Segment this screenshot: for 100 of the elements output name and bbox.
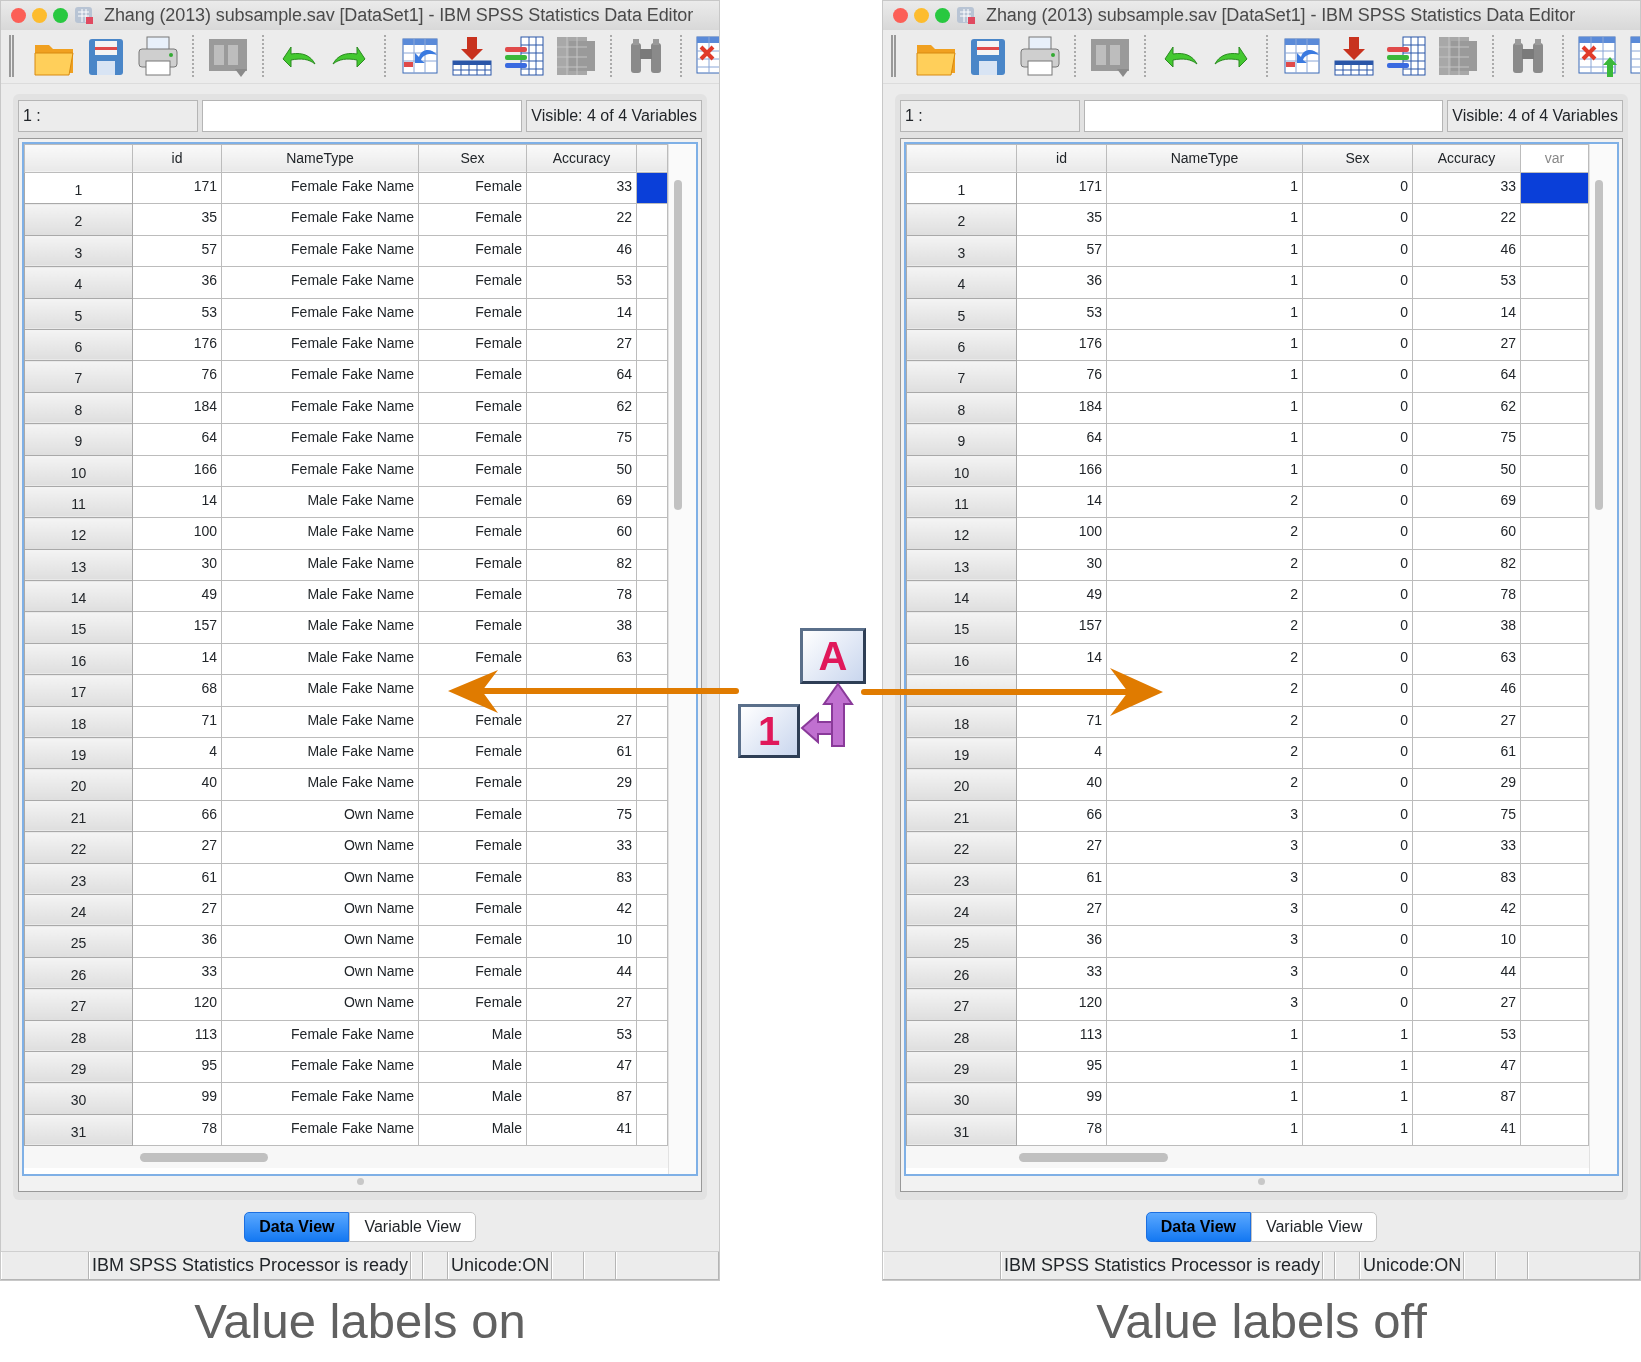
row-number[interactable]: 24 [906, 894, 1017, 926]
row-number[interactable]: 17 [24, 674, 133, 707]
table-cell: 1 [1302, 1020, 1413, 1052]
table-cell: Female Fake Name [221, 235, 419, 267]
row-number[interactable]: 14 [24, 580, 133, 612]
table-cell: 100 [132, 517, 222, 550]
row-number[interactable]: 5 [906, 298, 1017, 330]
row-number[interactable]: 21 [906, 800, 1017, 832]
table-cell: 42 [1412, 894, 1521, 926]
row-number[interactable]: 7 [24, 360, 133, 393]
row-number[interactable]: 15 [24, 611, 133, 644]
column-header[interactable]: Accuracy [1412, 144, 1521, 173]
table-cell: 1 [1106, 1051, 1303, 1083]
row-number[interactable]: 11 [906, 486, 1017, 518]
table-cell: 22 [526, 203, 637, 236]
row-number[interactable]: 21 [24, 800, 133, 832]
row-number[interactable]: 6 [906, 329, 1017, 361]
table-cell: Male Fake Name [221, 768, 419, 801]
row-number[interactable]: 2 [906, 203, 1017, 236]
row-number[interactable]: 30 [24, 1082, 133, 1115]
table-cell: Female [418, 863, 527, 895]
row-number[interactable]: 9 [24, 423, 133, 455]
table-cell: 36 [1016, 925, 1107, 958]
row-number[interactable]: 18 [906, 706, 1017, 738]
row-number[interactable]: 9 [906, 423, 1017, 455]
row-number[interactable]: 7 [906, 360, 1017, 393]
column-header[interactable]: Sex [1302, 144, 1413, 173]
row-number[interactable]: 18 [24, 706, 133, 738]
status-text: Unicode:ON [448, 1252, 553, 1279]
row-number[interactable]: 26 [906, 957, 1017, 989]
table-cell: Female [418, 957, 527, 989]
row-number[interactable]: 13 [24, 549, 133, 581]
row-number[interactable]: 10 [906, 455, 1017, 487]
row-number[interactable]: 25 [24, 925, 133, 958]
row-number[interactable]: 20 [906, 768, 1017, 801]
table-cell: Female Fake Name [221, 266, 419, 299]
table-cell: Male [418, 1020, 527, 1052]
table-cell: 3 [1106, 957, 1303, 989]
view-tab[interactable]: Data View [244, 1212, 350, 1242]
row-number[interactable]: 4 [906, 266, 1017, 299]
row-number[interactable]: 31 [906, 1114, 1017, 1146]
column-header[interactable]: Accuracy [526, 144, 637, 173]
table-cell: Male [418, 1082, 527, 1115]
row-number[interactable]: 27 [24, 988, 133, 1021]
row-number[interactable]: 12 [906, 517, 1017, 550]
row-number[interactable]: 14 [906, 580, 1017, 612]
row-number[interactable]: 11 [24, 486, 133, 518]
row-number[interactable]: 23 [906, 863, 1017, 895]
row-number[interactable]: 28 [906, 1020, 1017, 1052]
table-cell: 27 [526, 706, 637, 738]
row-number[interactable]: 20 [24, 768, 133, 801]
row-number[interactable]: 3 [906, 235, 1017, 267]
row-number[interactable]: 29 [24, 1051, 133, 1083]
row-number[interactable]: 16 [906, 643, 1017, 675]
row-number[interactable]: 5 [24, 298, 133, 330]
row-number[interactable]: 1 [24, 172, 133, 204]
row-number[interactable]: 10 [24, 455, 133, 487]
table-cell: Male Fake Name [221, 580, 419, 612]
table-cell: 82 [1412, 549, 1521, 581]
row-number[interactable]: 27 [906, 988, 1017, 1021]
row-number[interactable]: 13 [906, 549, 1017, 581]
column-header[interactable]: var [1520, 144, 1589, 173]
column-header[interactable]: id [1016, 144, 1107, 173]
column-header[interactable]: Sex [418, 144, 527, 173]
row-number[interactable]: 16 [24, 643, 133, 675]
table-cell: 171 [132, 172, 222, 204]
row-number[interactable]: 23 [24, 863, 133, 895]
row-number[interactable]: 8 [906, 392, 1017, 424]
row-number[interactable]: 19 [906, 737, 1017, 769]
column-header[interactable]: id [132, 144, 222, 173]
row-number[interactable]: 1 [906, 172, 1017, 204]
row-number[interactable]: 12 [24, 517, 133, 550]
row-number[interactable]: 22 [906, 831, 1017, 864]
row-number[interactable]: 25 [906, 925, 1017, 958]
table-cell: 64 [526, 360, 637, 393]
table-cell: Female [418, 266, 527, 299]
row-number[interactable]: 22 [24, 831, 133, 864]
row-number[interactable]: 31 [24, 1114, 133, 1146]
row-number[interactable]: 26 [24, 957, 133, 989]
table-cell: 0 [1302, 925, 1413, 958]
view-tab[interactable]: Variable View [1250, 1212, 1378, 1242]
row-number[interactable]: 29 [906, 1051, 1017, 1083]
row-number[interactable]: 8 [24, 392, 133, 424]
row-number[interactable]: 4 [24, 266, 133, 299]
table-cell: 95 [132, 1051, 222, 1083]
row-number[interactable]: 15 [906, 611, 1017, 644]
row-number[interactable]: 6 [24, 329, 133, 361]
row-number[interactable]: 3 [24, 235, 133, 267]
table-cell: 33 [526, 831, 637, 864]
row-number[interactable]: 28 [24, 1020, 133, 1052]
row-number[interactable]: 2 [24, 203, 133, 236]
table-cell: 22 [1412, 203, 1521, 236]
view-tab[interactable]: Data View [1145, 1212, 1251, 1242]
column-header[interactable]: NameType [221, 144, 419, 173]
row-number[interactable]: 24 [24, 894, 133, 926]
row-number[interactable]: 30 [906, 1082, 1017, 1115]
table-cell: 0 [1302, 674, 1413, 707]
row-number[interactable]: 19 [24, 737, 133, 769]
view-tab[interactable]: Variable View [349, 1212, 476, 1242]
column-header[interactable]: NameType [1106, 144, 1303, 173]
